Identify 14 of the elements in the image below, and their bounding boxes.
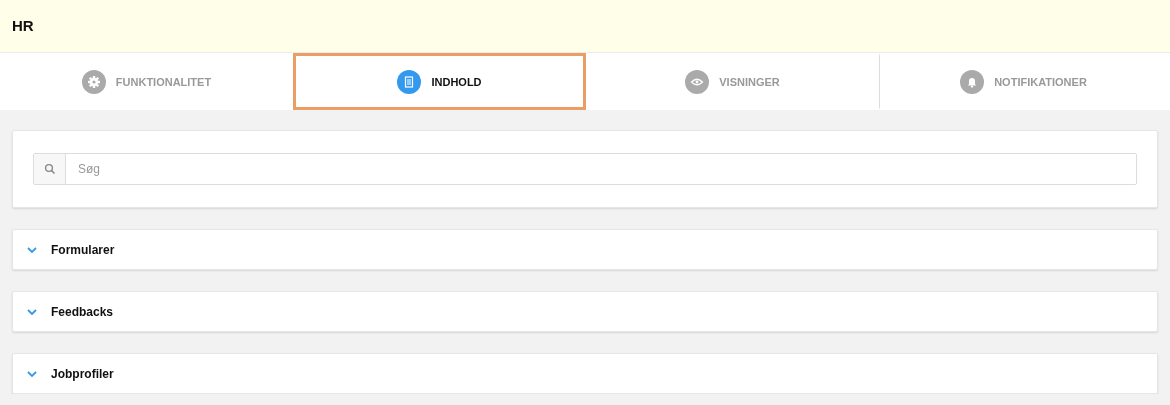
section-header[interactable]: Formularer (12, 229, 1158, 270)
document-icon (397, 69, 422, 94)
search-field[interactable]: Søg (33, 153, 1137, 185)
section-header[interactable]: Jobprofiler (12, 353, 1158, 394)
search-icon (43, 163, 56, 175)
eye-icon (685, 69, 710, 94)
section-title: Feedbacks (51, 304, 114, 319)
settings-icon (81, 69, 106, 94)
bell-icon (960, 69, 985, 94)
section-title: Jobprofiler (51, 366, 114, 381)
section-header[interactable]: Feedbacks (12, 291, 1158, 332)
page-title: HR (11, 16, 35, 35)
section-title: Formularer (51, 242, 115, 257)
tab[interactable]: INDHOLD (293, 53, 586, 110)
